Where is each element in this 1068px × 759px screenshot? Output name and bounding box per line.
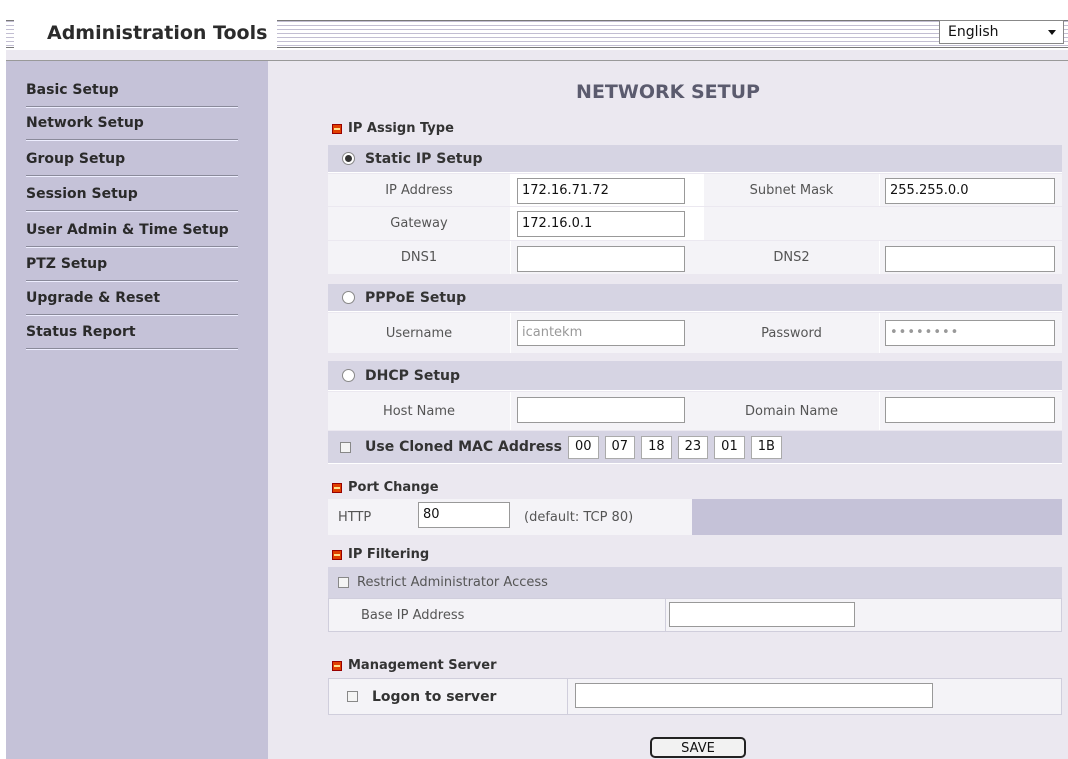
app-frame: Administration Tools English Basic Setup… xyxy=(6,10,1068,759)
dns1-label: DNS1 xyxy=(328,241,511,274)
dhcp-header: DHCP Setup xyxy=(328,361,1062,391)
mac-octet-5[interactable]: 01 xyxy=(714,435,745,459)
sidebar-item-group-setup[interactable]: Group Setup xyxy=(26,143,238,176)
domain-name-input[interactable] xyxy=(885,397,1055,423)
gateway-input[interactable]: 172.16.0.1 xyxy=(517,211,685,237)
pppoe-label: PPPoE Setup xyxy=(365,289,467,306)
section-title: Management Server xyxy=(348,658,497,673)
restrict-access-label: Restrict Administrator Access xyxy=(357,575,548,590)
password-label: Password xyxy=(704,313,880,353)
logon-server-input[interactable] xyxy=(575,683,933,708)
username-input[interactable]: icantekm xyxy=(517,320,685,346)
chevron-down-icon[interactable] xyxy=(1048,30,1056,35)
sidebar-item-ptz-setup[interactable]: PTZ Setup xyxy=(26,248,238,281)
section-title: Port Change xyxy=(348,480,439,495)
section-title: IP Assign Type xyxy=(348,121,454,136)
sidebar-item-basic-setup[interactable]: Basic Setup xyxy=(26,74,238,107)
logon-server-checkbox[interactable] xyxy=(347,691,358,702)
gateway-row: Gateway 172.16.0.1 xyxy=(328,207,1062,240)
cloned-mac-row: Use Cloned MAC Address 00 07 18 23 01 1B xyxy=(328,431,1062,464)
base-ip-input[interactable] xyxy=(669,602,855,627)
section-ip-filtering: IP Filtering xyxy=(332,547,429,562)
dns2-input[interactable] xyxy=(885,246,1055,272)
section-ip-assign-type: IP Assign Type xyxy=(332,121,454,136)
mac-octet-6[interactable]: 1B xyxy=(750,435,782,459)
logon-server-label: Logon to server xyxy=(372,688,497,705)
http-default-note: (default: TCP 80) xyxy=(524,509,634,525)
app-title: Administration Tools xyxy=(14,18,278,48)
dns1-input[interactable] xyxy=(517,246,685,272)
static-ip-header: Static IP Setup xyxy=(328,145,1062,173)
static-ip-label: Static IP Setup xyxy=(365,150,483,167)
gateway-label: Gateway xyxy=(328,207,511,240)
ip-address-label: IP Address xyxy=(328,174,511,206)
sidebar-item-session-setup[interactable]: Session Setup xyxy=(26,178,238,211)
dns-row: DNS1 DNS2 xyxy=(328,241,1062,274)
sidebar: Basic Setup Network Setup Group Setup Se… xyxy=(6,60,268,759)
port-change-row: HTTP 80 (default: TCP 80) xyxy=(328,499,1062,535)
cloned-mac-label: Use Cloned MAC Address xyxy=(365,439,562,455)
dhcp-label: DHCP Setup xyxy=(365,367,461,384)
section-bullet-icon xyxy=(332,482,342,493)
section-bullet-icon xyxy=(332,549,342,560)
base-ip-label: Base IP Address xyxy=(329,599,666,631)
domain-name-label: Domain Name xyxy=(704,392,880,430)
section-port-change: Port Change xyxy=(332,480,439,495)
mac-octet-4[interactable]: 23 xyxy=(677,435,709,459)
host-name-input[interactable] xyxy=(517,397,685,423)
dhcp-row: Host Name Domain Name xyxy=(328,392,1062,430)
restrict-access-row: Restrict Administrator Access xyxy=(328,567,1062,598)
pppoe-radio[interactable] xyxy=(342,291,355,304)
subnet-mask-label: Subnet Mask xyxy=(704,174,880,206)
password-input[interactable]: •••••••• xyxy=(885,320,1055,346)
base-ip-row: Base IP Address xyxy=(328,598,1062,632)
section-management-server: Management Server xyxy=(332,658,497,673)
host-name-label: Host Name xyxy=(328,392,511,430)
http-label: HTTP xyxy=(338,509,372,525)
sidebar-item-upgrade-reset[interactable]: Upgrade & Reset xyxy=(26,282,238,315)
main-content: NETWORK SETUP IP Assign Type Static IP S… xyxy=(268,60,1068,759)
save-button[interactable]: SAVE xyxy=(650,737,746,758)
page-title: NETWORK SETUP xyxy=(576,81,760,103)
static-ip-radio[interactable] xyxy=(342,152,355,165)
sidebar-item-status-report[interactable]: Status Report xyxy=(26,316,238,349)
mac-octet-3[interactable]: 18 xyxy=(641,435,672,459)
sidebar-item-user-admin-time-setup[interactable]: User Admin & Time Setup xyxy=(26,214,238,247)
cloned-mac-checkbox[interactable] xyxy=(340,441,351,453)
ip-address-input[interactable]: 172.16.71.72 xyxy=(517,178,685,204)
mac-octet-2[interactable]: 07 xyxy=(604,435,636,459)
section-bullet-icon xyxy=(332,660,342,671)
dns2-label: DNS2 xyxy=(704,241,880,274)
subnet-mask-input[interactable]: 255.255.0.0 xyxy=(885,178,1055,204)
dhcp-radio[interactable] xyxy=(342,369,355,382)
mac-octet-1[interactable]: 00 xyxy=(567,435,599,459)
logon-server-row: Logon to server xyxy=(328,678,1062,715)
restrict-access-checkbox[interactable] xyxy=(338,577,349,588)
ip-address-row: IP Address 172.16.71.72 Subnet Mask 255.… xyxy=(328,174,1062,206)
language-value: English xyxy=(948,24,999,40)
pppoe-row: Username icantekm Password •••••••• xyxy=(328,313,1062,353)
username-label: Username xyxy=(328,313,511,353)
sidebar-item-network-setup[interactable]: Network Setup xyxy=(26,107,238,140)
logon-server-cell: Logon to server xyxy=(329,679,568,714)
header-bar: Administration Tools English xyxy=(6,10,1068,50)
section-title: IP Filtering xyxy=(348,547,430,562)
pppoe-header: PPPoE Setup xyxy=(328,284,1062,312)
http-port-input[interactable]: 80 xyxy=(418,502,510,528)
section-bullet-icon xyxy=(332,123,342,134)
language-select[interactable]: English xyxy=(939,20,1064,44)
